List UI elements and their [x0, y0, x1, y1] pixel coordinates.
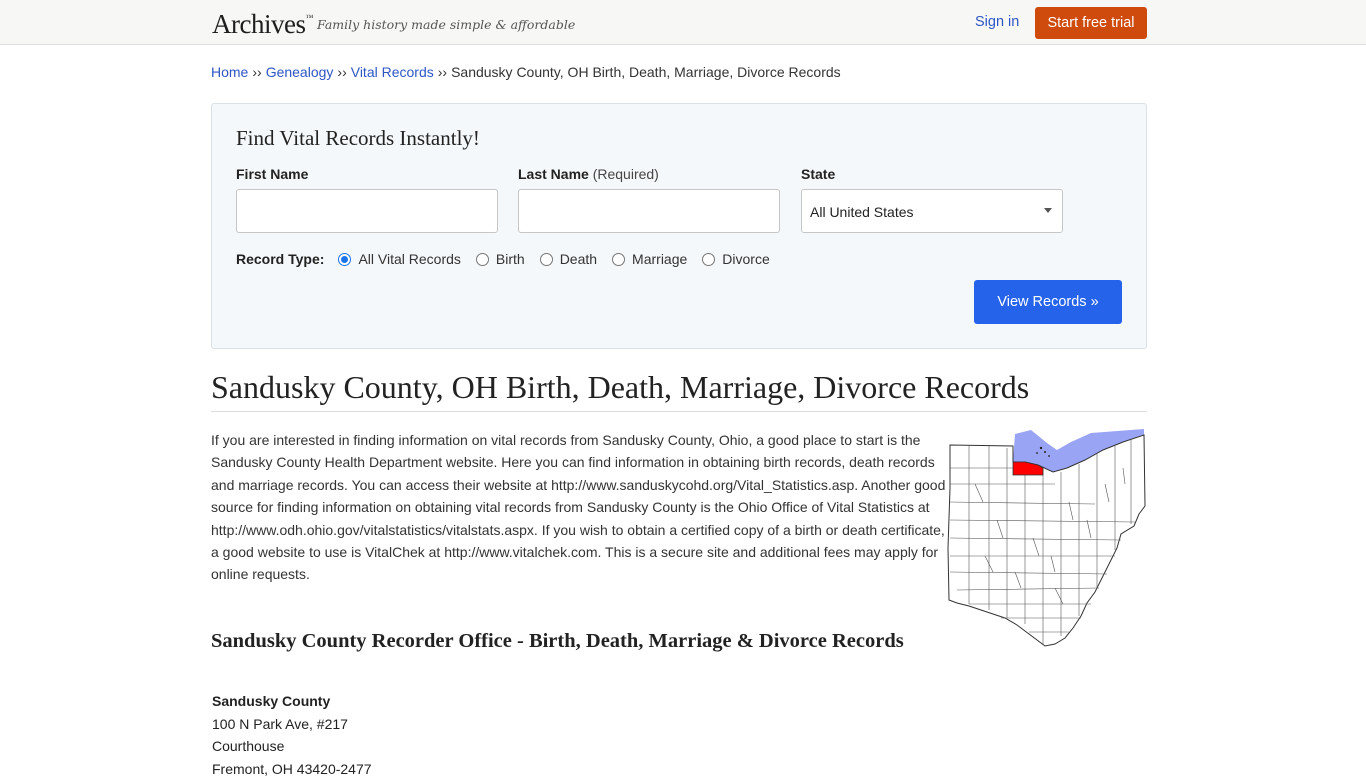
breadcrumb-current: Sandusky County, OH Birth, Death, Marria… [451, 64, 841, 80]
radio-label-all-vital-records[interactable]: All Vital Records [358, 251, 460, 267]
vital-records-search-form: Find Vital Records Instantly! First Name… [211, 103, 1147, 349]
search-title: Find Vital Records Instantly! [236, 126, 480, 151]
office-name: Sandusky County [212, 690, 372, 713]
state-select-value: All United States [810, 204, 914, 220]
radio-death[interactable] [540, 253, 553, 266]
record-type-label: Record Type: [236, 251, 324, 267]
state-label: State [801, 166, 835, 182]
radio-all-vital-records[interactable] [338, 253, 351, 266]
required-note: (Required) [593, 166, 659, 182]
top-bar: Archives™ Family history made simple & a… [0, 0, 1366, 45]
recorder-office-address: Sandusky County 100 N Park Ave, #217 Cou… [212, 690, 372, 780]
radio-marriage[interactable] [612, 253, 625, 266]
chevron-down-icon [1044, 208, 1052, 213]
breadcrumb-separator: ›› [252, 64, 261, 80]
radio-label-marriage[interactable]: Marriage [632, 251, 687, 267]
radio-label-birth[interactable]: Birth [496, 251, 525, 267]
tagline: Family history made simple & affordable [317, 17, 575, 32]
breadcrumb: Home››Genealogy››Vital Records››Sandusky… [211, 64, 841, 80]
intro-paragraph: If you are interested in finding informa… [211, 429, 946, 586]
record-type-group: Record Type: All Vital Records Birth Dea… [236, 250, 785, 268]
address-line-1: 100 N Park Ave, #217 [212, 713, 372, 736]
page-title: Sandusky County, OH Birth, Death, Marria… [211, 369, 1147, 412]
breadcrumb-home[interactable]: Home [211, 64, 248, 80]
last-name-label: Last Name (Required) [518, 166, 659, 182]
breadcrumb-genealogy[interactable]: Genealogy [266, 64, 334, 80]
first-name-label: First Name [236, 166, 308, 182]
sign-in-link[interactable]: Sign in [975, 14, 1019, 30]
breadcrumb-vital-records[interactable]: Vital Records [351, 64, 434, 80]
ohio-county-map [945, 428, 1147, 648]
radio-divorce[interactable] [702, 253, 715, 266]
state-select[interactable]: All United States [801, 189, 1063, 233]
radio-label-death[interactable]: Death [560, 251, 597, 267]
radio-birth[interactable] [476, 253, 489, 266]
view-records-button[interactable]: View Records » [974, 280, 1122, 324]
last-name-input[interactable] [518, 189, 780, 233]
archives-logo[interactable]: Archives™ [212, 9, 313, 40]
breadcrumb-separator: ›› [337, 64, 346, 80]
radio-label-divorce[interactable]: Divorce [722, 251, 769, 267]
start-free-trial-button[interactable]: Start free trial [1035, 7, 1147, 39]
address-line-3: Fremont, OH 43420-2477 [212, 758, 372, 780]
first-name-input[interactable] [236, 189, 498, 233]
breadcrumb-separator: ›› [438, 64, 447, 80]
trademark-mark: ™ [305, 13, 312, 22]
address-line-2: Courthouse [212, 735, 372, 758]
recorder-office-heading: Sandusky County Recorder Office - Birth,… [211, 630, 904, 653]
